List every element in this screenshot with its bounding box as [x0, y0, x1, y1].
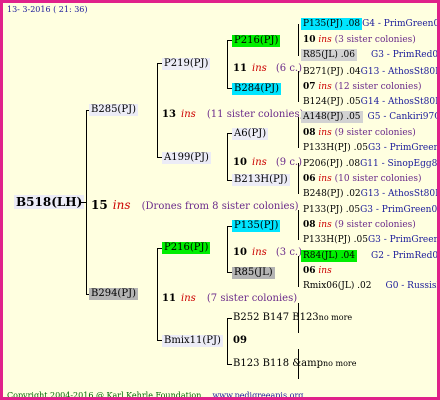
connector [227, 318, 228, 364]
gen3-p135[interactable]: P135(PJ) [232, 220, 281, 232]
date-stamp: 13- 3-2016 ( 21: 36) [7, 5, 88, 14]
root-queen[interactable]: B518(LH) [14, 195, 85, 209]
gen4-row-11: 06 ins (10 sister colonies) [303, 174, 422, 184]
gen4-row-7[interactable]: A148(PJ) .05 G5 - Cankiri97Q [301, 111, 437, 123]
a199-count: 10 [233, 157, 247, 168]
gen3-b123[interactable]: B123 B118 &ampno more [233, 359, 356, 369]
gen4-row-1[interactable]: P135(PJ) .08 G4 - PrimGreen00 [301, 18, 437, 30]
connector [298, 256, 299, 287]
connector [298, 163, 299, 194]
gen3-b284[interactable]: B284(PJ) [232, 83, 281, 95]
mother-drone-info: 11 ins (7 sister colonies) [162, 288, 297, 304]
mother-note: (7 sister colonies) [206, 293, 298, 304]
gen1-father[interactable]: B285(PJ) [89, 104, 138, 116]
gen4-row-14: 08 ins (9 sister colonies) [303, 220, 416, 230]
connector [298, 24, 299, 56]
p219-drone-info: 11 ins (6 c.) [233, 58, 302, 74]
gen1-drone-info: 15 ins (Drones from 8 sister colonies) [91, 196, 299, 212]
gen4-row-4[interactable]: B271(PJ) .04G13 - AthosSt80R [303, 68, 437, 77]
b123-note: no more [322, 359, 357, 368]
p216-suffix: ins [252, 247, 267, 258]
father-suffix: ins [181, 109, 196, 120]
father-note: (11 sister colonies) [206, 109, 304, 120]
b252-id: B252 B147 B123 [233, 312, 319, 323]
b123-id: B123 B118 &amp [233, 358, 323, 369]
copyright-text: Copyright 2004-2016 @ Karl Kehrle Founda… [7, 391, 204, 400]
gen4-row-17: 06 ins [303, 266, 332, 276]
connector [157, 63, 158, 157]
a199-suffix: ins [252, 157, 267, 168]
gen3-b252[interactable]: B252 B147 B123no more [233, 313, 352, 323]
pedigree-frame: 13- 3-2016 ( 21: 36) B518(LH) 15 ins (Dr… [0, 0, 440, 400]
connector [298, 117, 299, 148]
p219-count: 11 [233, 63, 247, 74]
drone-suffix: ins [112, 198, 131, 212]
connector [86, 110, 87, 294]
connector [298, 349, 299, 379]
connector [227, 40, 228, 88]
father-drone-info: 13 ins (11 sister colonies) [162, 104, 303, 120]
gen2-a199[interactable]: A199(PJ) [162, 152, 211, 164]
connector [298, 71, 299, 102]
gen4-row-3[interactable]: R85(JL) .06 G3 - PrimRed01 [301, 49, 437, 61]
gen4-row-13[interactable]: P133(PJ) .05G3 - PrimGreen00 [303, 206, 437, 215]
gen4-row-2: 10 ins (3 sister colonies) [303, 35, 416, 45]
connector [227, 133, 228, 180]
a199-drone-info: 10 ins (9 c.) [233, 152, 302, 168]
connector [298, 303, 299, 333]
connector [227, 318, 232, 319]
gen4-row-16[interactable]: R84(JL) .04 G2 - PrimRed01 [301, 250, 437, 262]
gen4-row-12[interactable]: B248(PJ) .02G13 - AthosSt80R [303, 190, 437, 199]
footer-link[interactable]: www.pedigreeapis.org [212, 391, 303, 398]
father-count: 13 [162, 109, 176, 120]
footer: Copyright 2004-2016 @ Karl Kehrle Founda… [7, 391, 303, 400]
mother-count: 11 [162, 293, 176, 304]
gen2-bmix11[interactable]: Bmix11(PJ) [162, 335, 223, 347]
gen2-p216[interactable]: P216(PJ) [162, 242, 211, 254]
gen4-row-8: 08 ins (9 sister colonies) [303, 128, 416, 138]
connector [157, 248, 158, 340]
gen4-row-18[interactable]: Rmix06(JL) .02 G0 - Russish [303, 282, 437, 291]
gen4-row-5: 07 ins (12 sister colonies) [303, 82, 422, 92]
mother-suffix: ins [181, 293, 196, 304]
gen3-a6[interactable]: A6(PJ) [232, 128, 269, 140]
gen2-p219[interactable]: P219(PJ) [162, 58, 211, 70]
drone-count: 15 [91, 198, 108, 212]
connector [298, 210, 299, 240]
gen3-p216[interactable]: P216(PJ) [232, 35, 281, 47]
gen4-row-6[interactable]: B124(PJ) .05G14 - AthosSt80R [303, 98, 437, 107]
gen1-mother[interactable]: B294(PJ) [89, 288, 138, 300]
gen4-row-10[interactable]: P206(PJ) .08G11 - SinopEgg86R [303, 160, 437, 169]
gen4-row-9[interactable]: P133H(PJ) .05G3 - PrimGreen00 [303, 144, 437, 153]
p219-suffix: ins [252, 63, 267, 74]
p216-count: 10 [233, 247, 247, 258]
connector [227, 364, 232, 365]
connector [227, 226, 228, 272]
gen3-b213h[interactable]: B213H(PJ) [232, 174, 290, 186]
gen3-r85[interactable]: R85(JL) [232, 267, 275, 279]
drone-note: (Drones from 8 sister colonies) [141, 201, 299, 212]
gen4-row-15[interactable]: P133H(PJ) .05G3 - PrimGreen00 [303, 236, 437, 245]
b252-note: no more [318, 313, 353, 322]
p216-drone-info: 10 ins (3 c.) [233, 242, 302, 258]
bmix11-count: 09 [233, 335, 247, 346]
